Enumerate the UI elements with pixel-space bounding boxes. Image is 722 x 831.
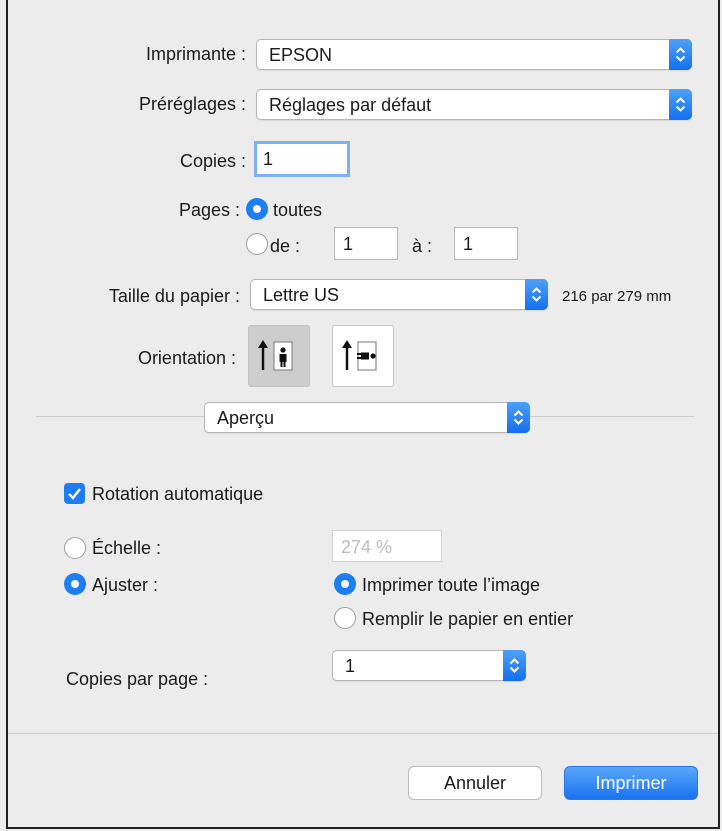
checkmark-icon xyxy=(68,488,81,500)
chevron-updown-icon xyxy=(525,279,548,310)
print-entire-image-radio[interactable] xyxy=(334,573,356,595)
chevron-updown-icon xyxy=(669,39,692,70)
print-entire-image-label: Imprimer toute l’image xyxy=(362,575,541,595)
fit-label: Ajuster : xyxy=(92,575,159,595)
paper-dimensions: 216 par 279 mm xyxy=(562,288,672,305)
scale-field[interactable]: 274 % xyxy=(332,530,442,562)
pages-to-field[interactable]: 1 xyxy=(454,227,518,260)
chevron-updown-icon xyxy=(507,402,530,433)
chevron-updown-icon xyxy=(669,89,692,120)
footer-divider xyxy=(8,733,718,734)
pages-all-label: toutes xyxy=(273,200,323,220)
section-value: Aperçu xyxy=(217,408,275,428)
section-popup[interactable]: Aperçu xyxy=(204,402,530,433)
pages-to-label: à : xyxy=(412,236,433,256)
paper-size-popup[interactable]: Lettre US xyxy=(250,279,548,310)
fill-paper-radio[interactable] xyxy=(334,607,356,629)
copies-per-page-popup[interactable]: 1 xyxy=(332,650,526,681)
portrait-orientation-button[interactable] xyxy=(248,325,310,387)
auto-rotate-checkbox[interactable] xyxy=(64,483,85,504)
orientation-label: Orientation : xyxy=(137,348,236,368)
copies-per-page-label: Copies par page : xyxy=(66,669,209,689)
scale-radio[interactable] xyxy=(64,537,86,559)
print-dialog: Imprimante : EPSON Préréglages : Réglage… xyxy=(6,0,720,829)
landscape-orientation-button[interactable] xyxy=(332,325,394,387)
auto-rotate-label: Rotation automatique xyxy=(92,484,264,504)
paper-size-value: Lettre US xyxy=(263,285,340,305)
cancel-button[interactable]: Annuler xyxy=(408,766,542,800)
pages-range-radio[interactable] xyxy=(246,233,268,255)
pages-from-label: de : xyxy=(270,236,301,256)
chevron-updown-icon xyxy=(503,650,526,681)
copies-label: Copies : xyxy=(179,151,246,171)
landscape-orientation-icon xyxy=(342,340,377,371)
fit-radio[interactable] xyxy=(64,573,86,595)
printer-popup[interactable]: EPSON xyxy=(256,39,692,70)
presets-popup[interactable]: Réglages par défaut xyxy=(256,89,692,120)
printer-value: EPSON xyxy=(269,45,333,65)
copies-per-page-value: 1 xyxy=(345,656,356,676)
copies-field[interactable]: 1 xyxy=(254,141,350,177)
pages-label: Pages : xyxy=(178,200,240,220)
presets-label: Préréglages : xyxy=(138,94,246,114)
fill-paper-label: Remplir le papier en entier xyxy=(362,609,574,629)
printer-label: Imprimante : xyxy=(145,44,246,64)
portrait-orientation-icon xyxy=(258,340,293,371)
pages-all-radio[interactable] xyxy=(246,198,268,220)
print-button[interactable]: Imprimer xyxy=(564,766,698,800)
scale-label: Échelle : xyxy=(92,538,162,558)
pages-from-field[interactable]: 1 xyxy=(334,227,398,260)
paper-size-label: Taille du papier : xyxy=(108,286,240,306)
presets-value: Réglages par défaut xyxy=(269,95,432,115)
